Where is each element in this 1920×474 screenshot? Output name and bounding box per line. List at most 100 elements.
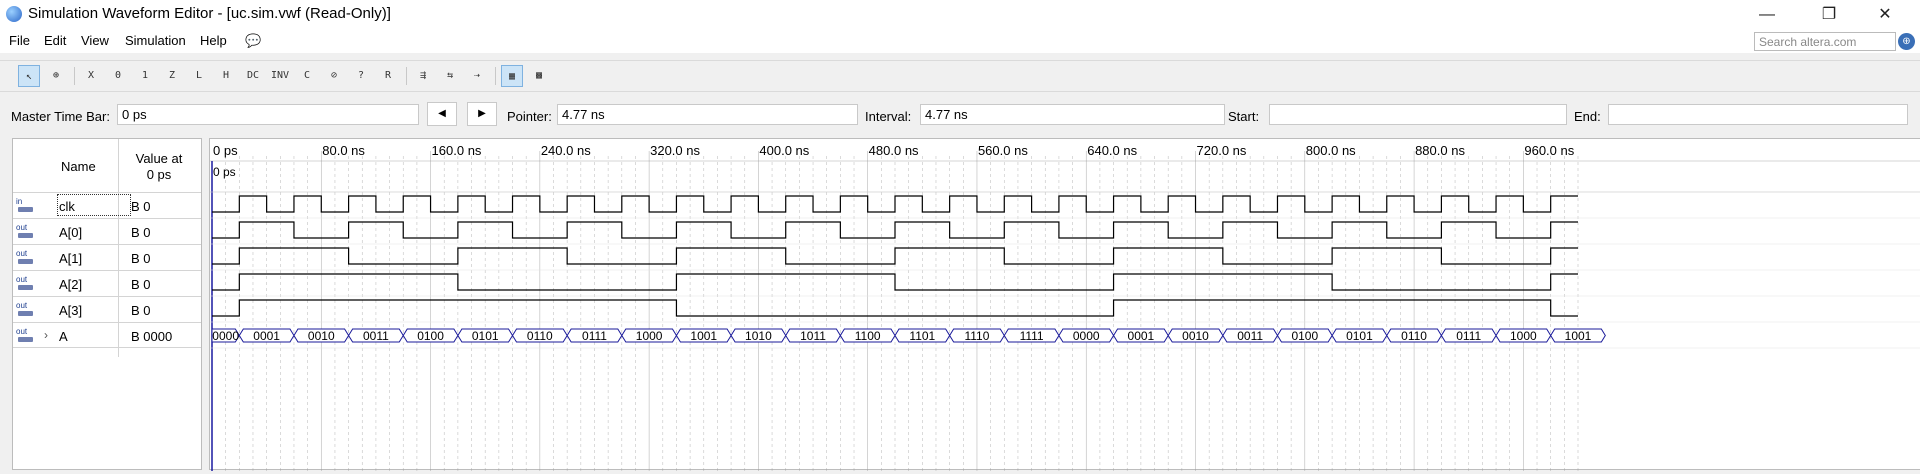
bus-value-label: 1000: [1510, 329, 1537, 343]
feedback-icon[interactable]: 💬: [245, 33, 261, 49]
signal-names-panel: Name Value at 0 ps in clk B 0 out A[0] B…: [12, 138, 202, 470]
bus-value-label: 1110: [964, 329, 989, 343]
output-bus-icon: out: [16, 328, 34, 344]
bus-value-label: 1010: [745, 329, 772, 343]
menu-help[interactable]: Help: [200, 33, 227, 48]
interval-field[interactable]: 4.77 ns: [920, 104, 1225, 125]
minimize-button[interactable]: —: [1744, 0, 1790, 29]
bus-value-label: 0110: [1401, 329, 1427, 343]
signal-name: A[2]: [59, 277, 83, 292]
signal-row-a3[interactable]: out A[3] B 0: [13, 296, 201, 322]
globe-search-icon[interactable]: ⊕: [1898, 33, 1915, 50]
bus-value-label: 0101: [472, 329, 499, 343]
master-time-bar-label: Master Time Bar:: [11, 109, 110, 124]
bus-value-label: 1001: [690, 329, 717, 343]
arbitrary-value-icon[interactable]: ?: [350, 65, 372, 87]
force-weak-low-icon[interactable]: L: [188, 65, 210, 87]
next-transition-button[interactable]: ▶: [467, 102, 497, 126]
menu-view[interactable]: View: [81, 33, 109, 48]
output-pin-icon: out: [16, 224, 34, 240]
time-label: 400.0 ns: [759, 143, 809, 158]
signal-row-a0[interactable]: out A[0] B 0: [13, 218, 201, 244]
search-input[interactable]: Search altera.com: [1754, 32, 1896, 51]
name-column-header[interactable]: Name: [61, 159, 96, 174]
time-bar: Master Time Bar: 0 ps ◀ ▶ Pointer: 4.77 …: [0, 100, 1920, 130]
waveform-canvas[interactable]: 0 ps 80.0 ns 160.0 ns 240.0 ns 320.0 ns 400.0…: [210, 139, 1920, 471]
signal-name: A[1]: [59, 251, 83, 266]
grid-view-icon[interactable]: ▦: [501, 65, 523, 87]
bus-value-label: 0011: [363, 329, 389, 343]
invert-icon[interactable]: INV: [269, 65, 291, 87]
output-pin-icon: out: [16, 250, 34, 266]
end-label: End:: [1574, 109, 1601, 124]
selection-tool-icon[interactable]: ↖: [18, 65, 40, 87]
clock-value-icon[interactable]: ⊘: [323, 65, 345, 87]
signal-row-a-bus[interactable]: out › A B 0000: [13, 322, 201, 348]
timing-analysis-icon[interactable]: ⇆: [439, 65, 461, 87]
bus-value-label: 0111: [1456, 329, 1481, 343]
random-value-icon[interactable]: R: [377, 65, 399, 87]
time-label: 720.0 ns: [1197, 143, 1247, 158]
previous-transition-button[interactable]: ◀: [427, 102, 457, 126]
force-unknown-icon[interactable]: X: [80, 65, 102, 87]
start-field[interactable]: [1269, 104, 1567, 125]
time-label: 160.0 ns: [432, 143, 482, 158]
force-weak-high-icon[interactable]: H: [215, 65, 237, 87]
restore-button[interactable]: ❐: [1806, 0, 1852, 29]
input-pin-icon: in: [16, 198, 34, 214]
bus-value-label: 0111: [582, 329, 607, 343]
toolbar: ↖ ⊕ X 0 1 Z L H DC INV C ⊘? R ⇶ ⇆ ⇢ ▦ ▩: [0, 60, 1920, 92]
signal-value: B 0: [131, 225, 151, 240]
bus-value-label: 0101: [1346, 329, 1373, 343]
bus-value-label: 1101: [909, 329, 935, 343]
bus-value-label: 0000: [212, 329, 239, 343]
signal-name: A[3]: [59, 303, 83, 318]
bus-value-label: 1001: [1565, 329, 1592, 343]
menu-edit[interactable]: Edit: [44, 33, 66, 48]
bus-value-label: 0110: [527, 329, 553, 343]
force-low-icon[interactable]: 0: [107, 65, 129, 87]
functional-sim-icon[interactable]: ⇢: [466, 65, 488, 87]
start-label: Start:: [1228, 109, 1260, 124]
toolbar-separator: [74, 67, 75, 85]
signal-value: B 0: [131, 303, 151, 318]
time-label: 320.0 ns: [650, 143, 700, 158]
signal-value: B 0: [131, 199, 151, 214]
bus-value-label: 0011: [1237, 329, 1263, 343]
count-value-icon[interactable]: C: [296, 65, 318, 87]
pointer-field[interactable]: 4.77 ns: [557, 104, 858, 125]
time-label: 880.0 ns: [1415, 143, 1465, 158]
signal-row-a2[interactable]: out A[2] B 0: [13, 270, 201, 296]
menu-bar: File Edit View Simulation Help 💬: [0, 29, 1920, 53]
report-view-icon[interactable]: ▩: [528, 65, 550, 87]
force-high-impedance-icon[interactable]: Z: [161, 65, 183, 87]
menu-file[interactable]: File: [9, 33, 30, 48]
end-field[interactable]: [1608, 104, 1908, 125]
bus-value-label: 0000: [1073, 329, 1100, 343]
close-button[interactable]: ✕: [1862, 0, 1908, 29]
waveform-panel[interactable]: 0 ps 80.0 ns 160.0 ns 240.0 ns 320.0 ns 400.0…: [209, 138, 1920, 471]
force-dont-care-icon[interactable]: DC: [242, 65, 264, 87]
time-label: 960.0 ns: [1524, 143, 1574, 158]
zoom-tool-icon[interactable]: ⊕: [45, 65, 67, 87]
value-column-header[interactable]: Value at 0 ps: [119, 151, 199, 183]
bus-value-label: 0001: [1128, 329, 1155, 343]
time-label: 240.0 ns: [541, 143, 591, 158]
menu-simulation[interactable]: Simulation: [125, 33, 186, 48]
signal-row-clk[interactable]: in clk B 0: [13, 192, 201, 218]
force-high-icon[interactable]: 1: [134, 65, 156, 87]
signal-value: B 0000: [131, 329, 173, 344]
master-time-marker: 0 ps: [213, 165, 236, 179]
toolbar-separator: [406, 67, 407, 85]
signal-value: B 0: [131, 251, 151, 266]
bus-value-label: 1011: [800, 329, 826, 343]
master-time-bar-field[interactable]: 0 ps: [117, 104, 419, 125]
time-label: 0 ps: [213, 143, 238, 158]
value-header-line2: 0 ps: [146, 167, 172, 182]
signal-name: A: [59, 329, 68, 344]
output-pin-icon: out: [16, 276, 34, 292]
bus-value-label: 0100: [1291, 329, 1318, 343]
snap-to-grid-icon[interactable]: ⇶: [412, 65, 434, 87]
expand-chevron-icon[interactable]: ›: [44, 328, 48, 342]
signal-row-a1[interactable]: out A[1] B 0: [13, 244, 201, 270]
